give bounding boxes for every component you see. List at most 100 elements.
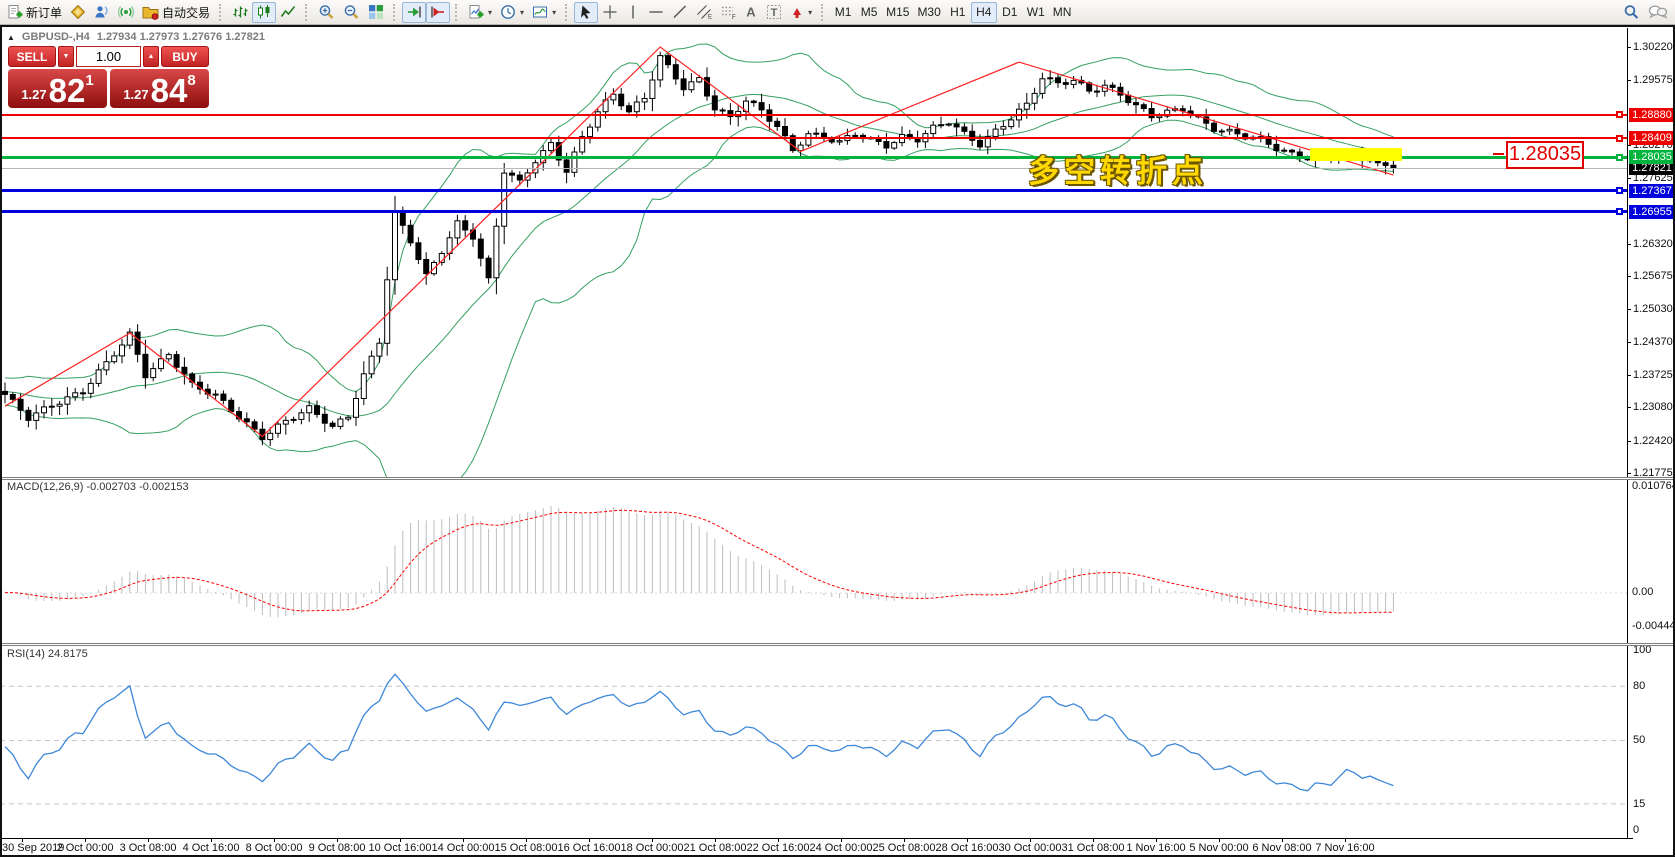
horizontal-level-line[interactable] <box>0 210 1627 214</box>
zoom-in-button[interactable] <box>314 2 339 23</box>
toolbar-separator <box>305 3 309 21</box>
periods-button[interactable]: ▾ <box>496 2 528 23</box>
news-button[interactable] <box>114 2 138 23</box>
buy-button[interactable]: BUY <box>161 46 209 67</box>
signals-icon <box>94 4 110 20</box>
timeframe-mn[interactable]: MN <box>1049 2 1076 23</box>
chart-shift-button[interactable] <box>426 1 451 23</box>
svg-text:F: F <box>732 15 736 20</box>
horizontal-level-line[interactable] <box>0 137 1627 140</box>
zoom-out-button[interactable] <box>339 2 364 23</box>
horizontal-level-line[interactable] <box>0 167 1627 169</box>
wallet-button[interactable] <box>66 2 90 23</box>
timeframe-h1[interactable]: H1 <box>945 2 971 23</box>
equidistant-channel-icon: E <box>696 4 712 20</box>
time-axis-label: 28 Oct 16:00 <box>935 842 999 854</box>
search-button[interactable] <box>1619 2 1644 23</box>
line-endpoint-marker[interactable] <box>1616 153 1623 161</box>
horizontal-line-icon <box>648 4 664 20</box>
horizontal-level-line[interactable] <box>0 189 1627 193</box>
price-level-badge: 1.26955 <box>1629 204 1675 219</box>
signals-button[interactable] <box>90 2 114 23</box>
time-axis-label: 31 Oct 08:00 <box>1061 842 1125 854</box>
macd-axis-min: -0.004446 <box>1632 620 1675 632</box>
dropdown-caret-icon[interactable]: ▾ <box>808 8 812 17</box>
toolbar-separator <box>393 3 397 21</box>
timeframe-d1[interactable]: D1 <box>997 2 1023 23</box>
line-endpoint-marker[interactable] <box>1616 111 1623 119</box>
time-axis-label: 21 Oct 08:00 <box>683 842 747 854</box>
candlestick-chart-button[interactable] <box>252 1 277 23</box>
price-axis-label: 1.23725 <box>1633 368 1673 381</box>
price-level-badge: 1.28880 <box>1629 107 1675 122</box>
volume-increase-button[interactable]: ▲ <box>143 46 159 67</box>
chat-button[interactable] <box>1644 2 1672 23</box>
sell-button[interactable]: SELL <box>8 46 56 67</box>
timeframe-m1[interactable]: M1 <box>830 2 856 23</box>
rsi-indicator-pane[interactable] <box>0 645 1627 838</box>
toolbar-separator <box>219 3 223 21</box>
price-callout-dash <box>1493 153 1504 155</box>
text-button[interactable]: A <box>740 2 762 23</box>
arrows-button[interactable]: ▾ <box>786 2 816 23</box>
autotrading-button[interactable]: 自动交易 <box>138 2 214 23</box>
rsi-label: RSI(14) 24.8175 <box>7 648 88 660</box>
channel-button[interactable]: E <box>692 2 716 23</box>
time-axis-label: 2 Oct 00:00 <box>56 842 114 854</box>
time-axis-label: 22 Oct 16:00 <box>746 842 810 854</box>
timeframe-m15[interactable]: M15 <box>882 2 913 23</box>
timeframe-w1[interactable]: W1 <box>1023 2 1049 23</box>
trendline-button[interactable] <box>668 2 692 23</box>
fibonacci-button[interactable]: F <box>716 2 740 23</box>
timeframe-m5[interactable]: M5 <box>856 2 882 23</box>
pane-divider-rsi[interactable] <box>0 643 1675 646</box>
macd-indicator-pane[interactable] <box>0 479 1627 643</box>
new-order-button[interactable]: 新订单 <box>3 2 66 23</box>
buy-price-display[interactable]: 1.27 84 8 <box>110 69 209 108</box>
line-endpoint-marker[interactable] <box>1616 134 1623 142</box>
dropdown-caret-icon[interactable]: ▾ <box>520 8 524 17</box>
time-axis-label: 18 Oct 00:00 <box>620 842 684 854</box>
crosshair-button[interactable] <box>598 2 622 23</box>
bar-chart-button[interactable] <box>228 2 252 23</box>
time-axis-line <box>0 838 1633 839</box>
toolbar-separator <box>565 3 569 21</box>
fibonacci-icon: F <box>720 4 736 20</box>
line-chart-button[interactable] <box>276 2 300 23</box>
indicators-button[interactable]: ▾ <box>464 2 496 23</box>
volume-decrease-button[interactable]: ▼ <box>58 46 74 67</box>
cursor-button[interactable] <box>574 1 599 23</box>
line-endpoint-marker[interactable] <box>1616 187 1623 195</box>
buy-price-pipette: 8 <box>187 72 196 89</box>
sell-price-display[interactable]: 1.27 82 1 <box>8 69 107 108</box>
auto-scroll-icon <box>406 4 422 20</box>
main-price-chart[interactable] <box>0 28 1627 477</box>
pane-divider-macd[interactable] <box>0 477 1675 480</box>
autotrading-icon <box>142 4 159 20</box>
line-endpoint-marker[interactable] <box>1616 208 1623 216</box>
price-axis-label: 1.23080 <box>1633 401 1673 414</box>
line-chart-icon <box>280 4 296 20</box>
vertical-line-button[interactable] <box>622 2 644 23</box>
templates-button[interactable]: ▾ <box>528 2 560 23</box>
timeframe-m30[interactable]: M30 <box>913 2 944 23</box>
price-axis-label: 1.24370 <box>1633 336 1673 349</box>
buy-price-main: 84 <box>150 72 188 109</box>
new-order-label: 新订单 <box>26 5 63 20</box>
sell-price-pipette: 1 <box>85 72 94 89</box>
indicators-icon <box>468 4 484 20</box>
tile-windows-button[interactable] <box>364 2 388 23</box>
chart-shift-icon <box>430 4 446 20</box>
chart-window-border-top <box>0 25 1675 27</box>
text-label-button[interactable]: T <box>762 2 786 23</box>
timeframe-h4[interactable]: H4 <box>970 1 997 23</box>
horizontal-level-line[interactable] <box>0 113 1627 116</box>
dropdown-caret-icon[interactable]: ▾ <box>488 8 492 17</box>
time-axis-label: 10 Oct 16:00 <box>368 842 432 854</box>
horizontal-line-button[interactable] <box>644 2 668 23</box>
collapse-chart-icon[interactable]: ▲ <box>7 33 15 42</box>
macd-axis-max: 0.010764 <box>1632 480 1675 492</box>
volume-input[interactable]: 1.00 <box>76 46 141 67</box>
auto-scroll-button[interactable] <box>402 1 427 23</box>
dropdown-caret-icon[interactable]: ▾ <box>552 8 556 17</box>
